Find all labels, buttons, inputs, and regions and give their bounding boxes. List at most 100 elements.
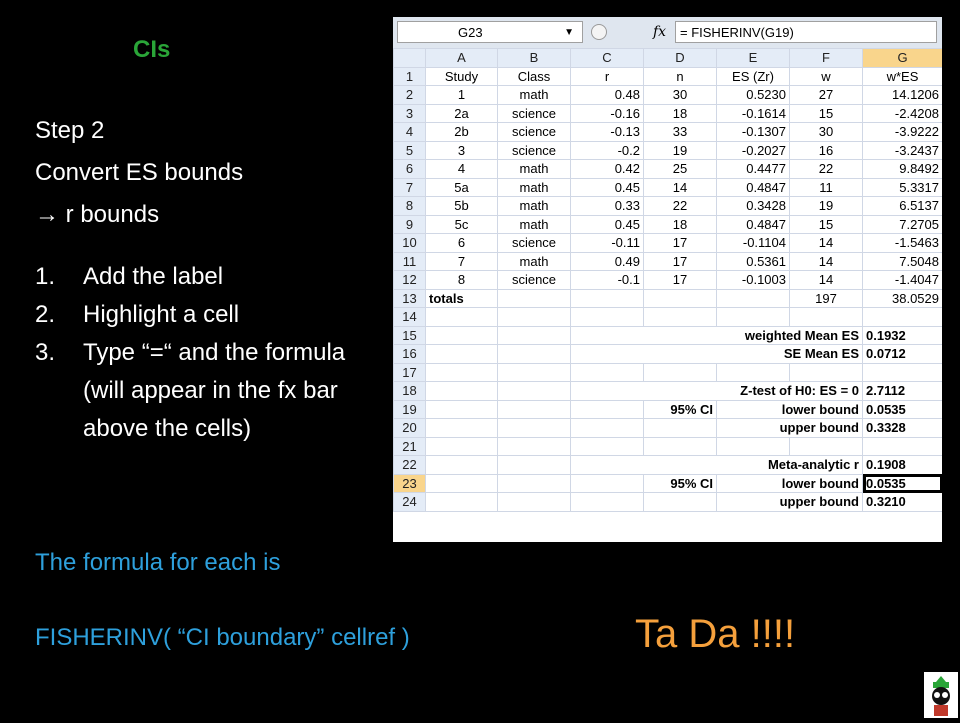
row-header[interactable]: 18: [393, 381, 426, 401]
formula-input[interactable]: = FISHERINV(G19): [675, 21, 937, 43]
data-cell[interactable]: 9.8492: [862, 159, 942, 179]
cancel-circle-icon[interactable]: [591, 24, 607, 40]
weighted-mean-label[interactable]: weighted Mean ES: [570, 325, 863, 345]
row-header[interactable]: 3: [393, 103, 426, 123]
empty-cell[interactable]: [425, 492, 498, 512]
data-cell[interactable]: 18: [643, 103, 717, 123]
meta-r-value[interactable]: 0.1908: [862, 455, 942, 475]
empty-cell[interactable]: [570, 362, 644, 382]
data-cell[interactable]: science: [497, 233, 571, 253]
data-cell[interactable]: -3.9222: [862, 122, 942, 142]
empty-cell[interactable]: [497, 455, 571, 475]
row-header[interactable]: 7: [393, 177, 426, 197]
data-cell[interactable]: 5a: [425, 177, 498, 197]
empty-cell[interactable]: [497, 418, 571, 438]
data-cell[interactable]: 5b: [425, 196, 498, 216]
data-cell[interactable]: 5.3317: [862, 177, 942, 197]
row-header[interactable]: 19: [393, 399, 426, 419]
data-cell[interactable]: math: [497, 177, 571, 197]
data-cell[interactable]: 1: [425, 85, 498, 105]
empty-cell[interactable]: [789, 362, 863, 382]
ztest-label[interactable]: Z-test of H0: ES = 0: [570, 381, 863, 401]
column-header[interactable]: D: [643, 48, 717, 68]
data-cell[interactable]: science: [497, 122, 571, 142]
data-cell[interactable]: 27: [789, 85, 863, 105]
row-header[interactable]: 4: [393, 122, 426, 142]
row-header[interactable]: 5: [393, 140, 426, 160]
header-cell[interactable]: n: [643, 66, 717, 86]
data-cell[interactable]: 7.2705: [862, 214, 942, 234]
empty-cell[interactable]: [789, 436, 863, 456]
row-header[interactable]: 14: [393, 307, 426, 327]
weighted-mean-value[interactable]: 0.1932: [862, 325, 942, 345]
header-cell[interactable]: w*ES: [862, 66, 942, 86]
row-header[interactable]: 20: [393, 418, 426, 438]
data-cell[interactable]: 5c: [425, 214, 498, 234]
data-cell[interactable]: science: [497, 140, 571, 160]
header-cell[interactable]: Class: [497, 66, 571, 86]
data-cell[interactable]: 30: [789, 122, 863, 142]
data-cell[interactable]: 7.5048: [862, 251, 942, 271]
ci-label[interactable]: 95% CI: [643, 473, 717, 493]
data-cell[interactable]: -0.13: [570, 122, 644, 142]
data-cell[interactable]: 15: [789, 214, 863, 234]
row-header[interactable]: 10: [393, 233, 426, 253]
empty-cell[interactable]: [497, 288, 571, 308]
row-header[interactable]: 17: [393, 362, 426, 382]
data-cell[interactable]: -2.4208: [862, 103, 942, 123]
data-cell[interactable]: 0.3428: [716, 196, 790, 216]
empty-cell[interactable]: [716, 307, 790, 327]
data-cell[interactable]: 14: [789, 270, 863, 290]
empty-cell[interactable]: [862, 436, 942, 456]
row-header[interactable]: 9: [393, 214, 426, 234]
data-cell[interactable]: 19: [789, 196, 863, 216]
row-header[interactable]: 24: [393, 492, 426, 512]
es-upper-bound-label[interactable]: upper bound: [716, 418, 863, 438]
ci-label[interactable]: 95% CI: [643, 399, 717, 419]
empty-cell[interactable]: [497, 325, 571, 345]
data-cell[interactable]: -3.2437: [862, 140, 942, 160]
empty-cell[interactable]: [570, 288, 644, 308]
data-cell[interactable]: 25: [643, 159, 717, 179]
row-header[interactable]: 1: [393, 66, 426, 86]
header-cell[interactable]: r: [570, 66, 644, 86]
data-cell[interactable]: -0.1307: [716, 122, 790, 142]
data-cell[interactable]: 14: [789, 251, 863, 271]
data-cell[interactable]: 16: [789, 140, 863, 160]
empty-cell[interactable]: [425, 344, 498, 364]
empty-cell[interactable]: [643, 362, 717, 382]
data-cell[interactable]: -0.1003: [716, 270, 790, 290]
empty-cell[interactable]: [497, 473, 571, 493]
column-header[interactable]: F: [789, 48, 863, 68]
data-cell[interactable]: -1.5463: [862, 233, 942, 253]
empty-cell[interactable]: [425, 455, 498, 475]
row-header[interactable]: 11: [393, 251, 426, 271]
row-header[interactable]: 8: [393, 196, 426, 216]
empty-cell[interactable]: [643, 288, 717, 308]
row-header[interactable]: 21: [393, 436, 426, 456]
data-cell[interactable]: -0.1614: [716, 103, 790, 123]
empty-cell[interactable]: [570, 492, 644, 512]
data-cell[interactable]: 4: [425, 159, 498, 179]
data-cell[interactable]: 18: [643, 214, 717, 234]
row-header[interactable]: 16: [393, 344, 426, 364]
row-header[interactable]: 15: [393, 325, 426, 345]
row-header[interactable]: 6: [393, 159, 426, 179]
empty-cell[interactable]: [425, 399, 498, 419]
data-cell[interactable]: -0.11: [570, 233, 644, 253]
data-cell[interactable]: -0.2027: [716, 140, 790, 160]
es-upper-bound-value[interactable]: 0.3328: [862, 418, 942, 438]
data-cell[interactable]: math: [497, 196, 571, 216]
se-mean-label[interactable]: SE Mean ES: [570, 344, 863, 364]
data-cell[interactable]: math: [497, 214, 571, 234]
empty-cell[interactable]: [862, 362, 942, 382]
column-header[interactable]: C: [570, 48, 644, 68]
data-cell[interactable]: 0.4847: [716, 214, 790, 234]
data-cell[interactable]: science: [497, 270, 571, 290]
empty-cell[interactable]: [716, 362, 790, 382]
data-cell[interactable]: 17: [643, 251, 717, 271]
empty-cell[interactable]: [570, 436, 644, 456]
row-header[interactable]: 23: [393, 473, 426, 493]
empty-cell[interactable]: [425, 325, 498, 345]
data-cell[interactable]: 8: [425, 270, 498, 290]
